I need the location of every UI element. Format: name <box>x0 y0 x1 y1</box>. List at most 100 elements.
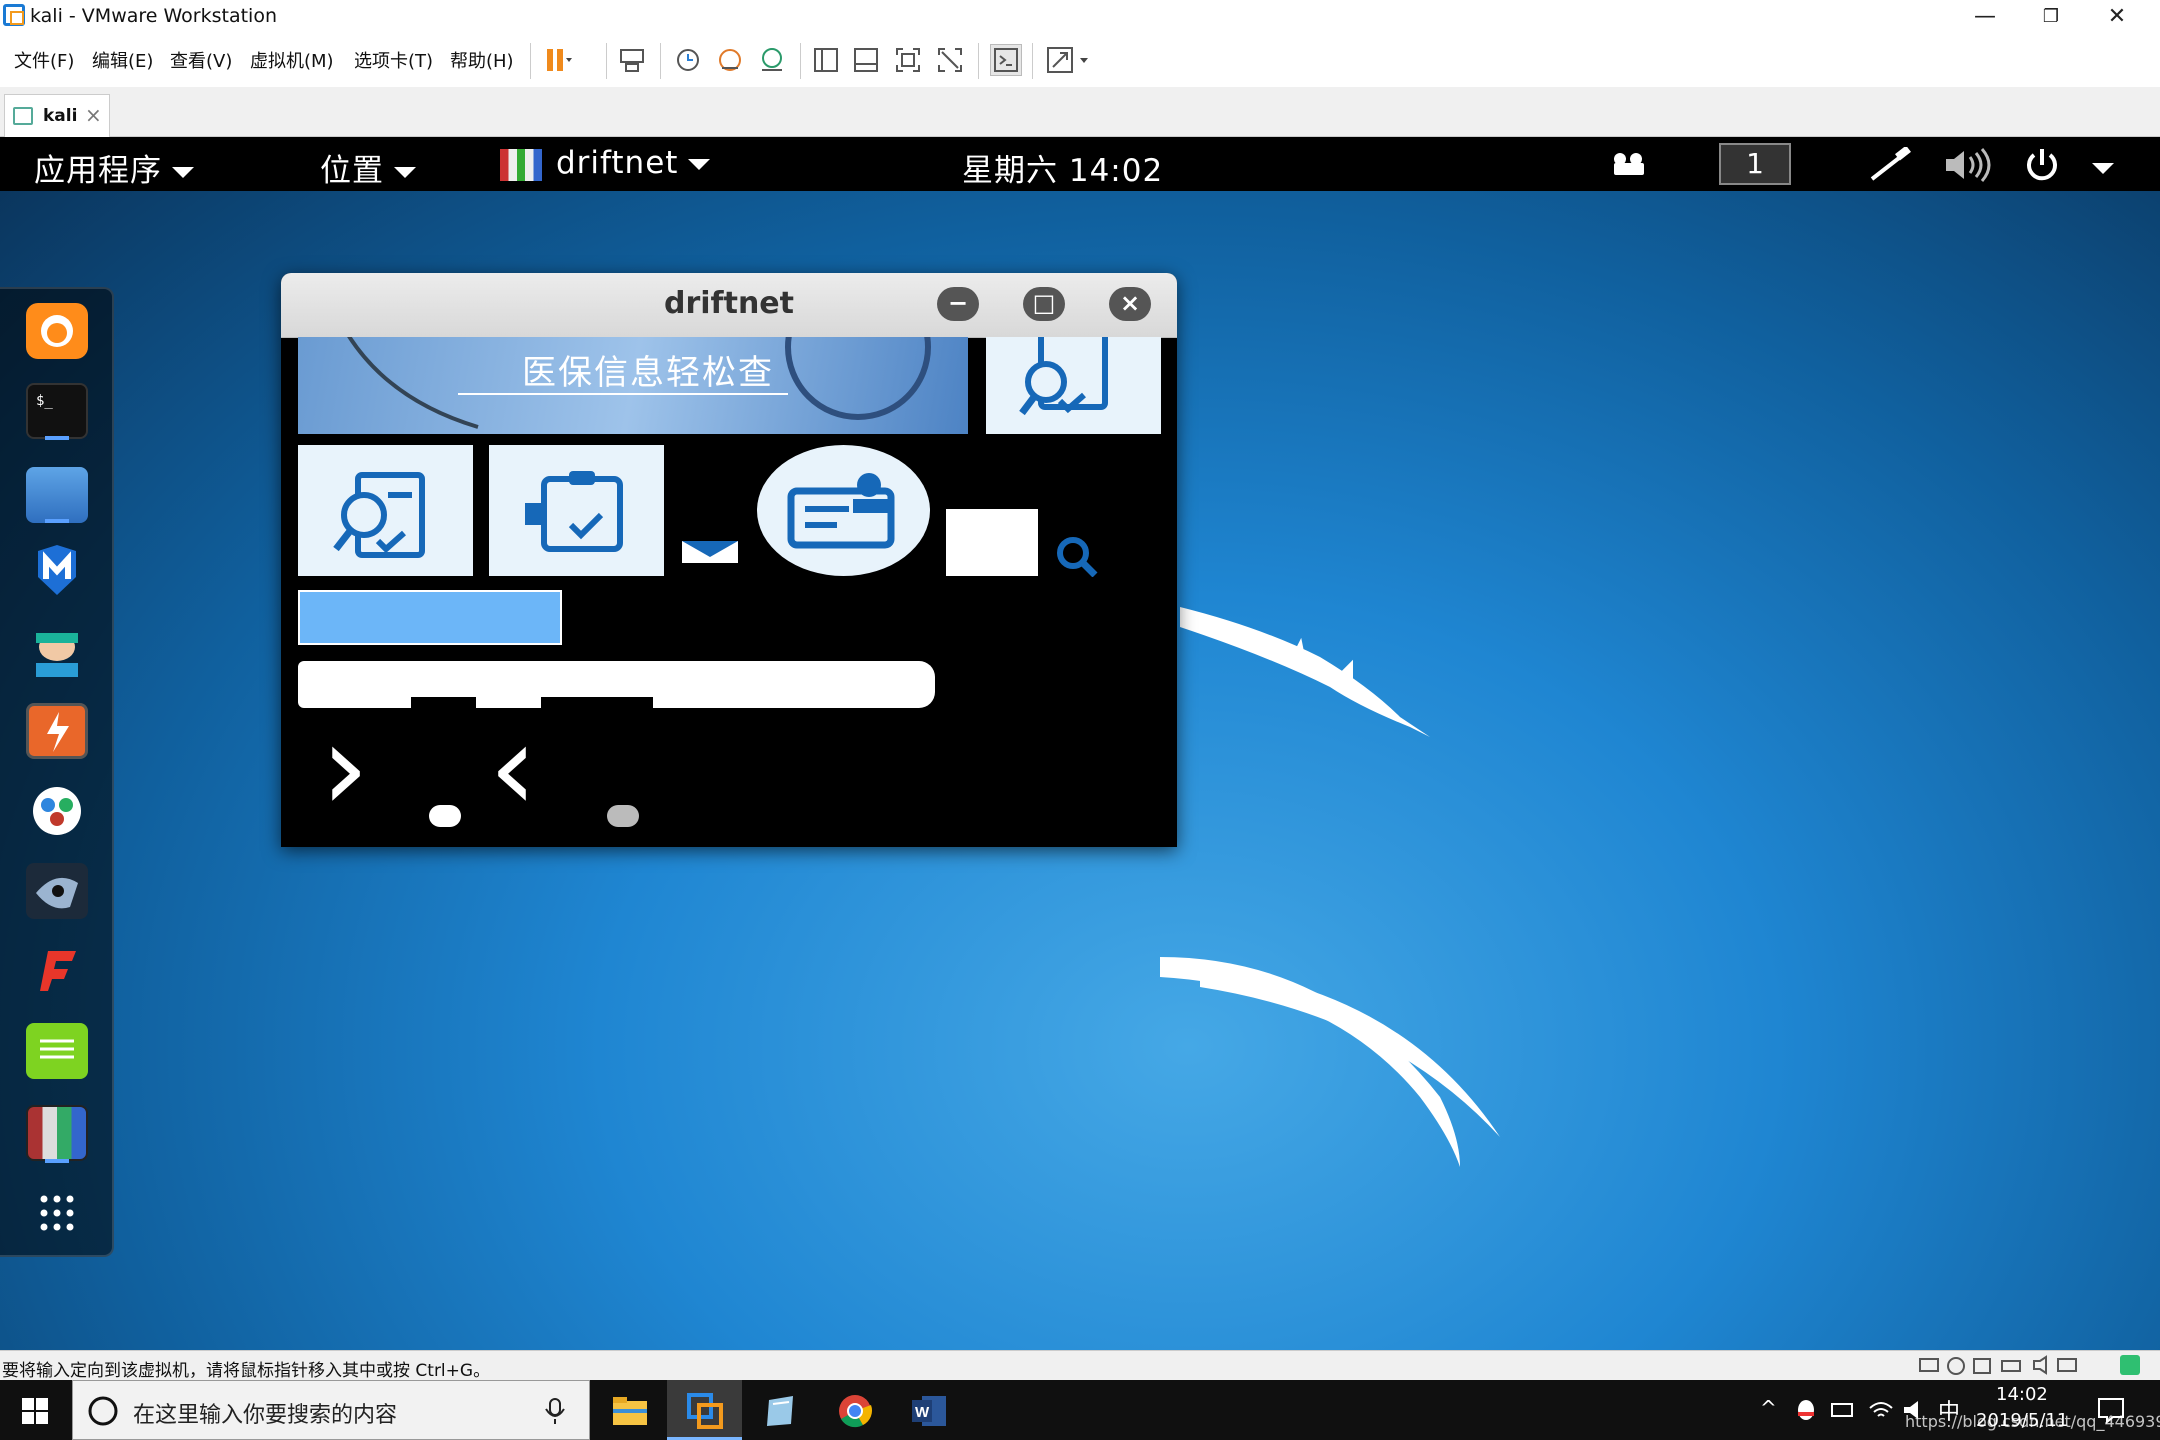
gnome-top-bar: 应用程序 位置 driftnet 星期六 14:02 1 <box>0 137 2160 191</box>
file-explorer-icon[interactable] <box>592 1380 667 1440</box>
driftnet-minimize-button[interactable]: − <box>937 287 979 321</box>
captured-image-envelope[interactable] <box>682 539 738 564</box>
microphone-icon[interactable] <box>543 1397 567 1425</box>
clock[interactable]: 星期六 14:02 <box>962 145 1163 190</box>
show-hidden-icons-icon[interactable]: ^ <box>1760 1396 1777 1420</box>
workspace-indicator[interactable]: 1 <box>1719 143 1791 185</box>
captured-image-blank[interactable] <box>946 509 1038 576</box>
svg-text:$_: $_ <box>36 393 53 409</box>
notes-app-icon[interactable] <box>742 1380 817 1440</box>
taskbar-search-box[interactable]: 在这里输入你要搜索的内容 <box>72 1380 590 1440</box>
stretch-icon[interactable] <box>1044 44 1098 76</box>
tab-kali[interactable]: kali × <box>4 94 110 137</box>
toolbar-separator <box>800 43 801 79</box>
applications-menu[interactable]: 应用程序 <box>34 145 194 190</box>
captured-arrow-next[interactable]: › <box>321 709 369 829</box>
word-icon[interactable]: W <box>892 1380 967 1440</box>
driftnet-icon[interactable] <box>26 1105 88 1161</box>
thumbnail-icon[interactable] <box>850 44 882 76</box>
menu-edit[interactable]: 编辑(E) <box>92 47 153 73</box>
firefox-icon[interactable] <box>26 303 88 359</box>
taskbar-time[interactable]: 14:02 <box>1996 1384 2048 1405</box>
snapshot-manager-icon[interactable] <box>756 44 788 76</box>
vmware-statusbar: 要将输入定向到该虚拟机，请将鼠标指针移入其中或按 Ctrl+G。 <box>0 1350 2160 1381</box>
menu-file[interactable]: 文件(F) <box>14 47 74 73</box>
qq-tray-icon[interactable] <box>1794 1398 1818 1422</box>
menu-tabs[interactable]: 选项卡(T) <box>354 47 433 73</box>
vmware-taskbar-icon[interactable] <box>667 1380 742 1440</box>
captured-image-search-doc[interactable] <box>298 445 473 576</box>
cortana-icon <box>88 1396 118 1426</box>
system-menu-arrow-icon[interactable] <box>2092 158 2114 177</box>
applications-label: 应用程序 <box>34 153 162 189</box>
driftnet-titlebar[interactable]: driftnet − □ × <box>281 273 1177 338</box>
app-icon <box>500 148 542 181</box>
tab-close-icon[interactable]: × <box>85 103 102 127</box>
windows-taskbar: 在这里输入你要搜索的内容 W ^ 中 14:02 2019/5/11 https… <box>0 1380 2160 1440</box>
search-placeholder: 在这里输入你要搜索的内容 <box>133 1403 398 1428</box>
menu-help[interactable]: 帮助(H) <box>450 47 514 73</box>
captured-dot-grey[interactable] <box>607 805 639 827</box>
captured-arrow-prev[interactable]: ‹ <box>489 709 537 829</box>
status-message: 要将输入定向到该虚拟机，请将鼠标指针移入其中或按 Ctrl+G。 <box>2 1361 491 1381</box>
pause-icon[interactable] <box>540 44 572 76</box>
metasploit-icon[interactable] <box>26 543 88 599</box>
volume-icon[interactable] <box>1942 147 1992 187</box>
terminal-icon[interactable]: $_ <box>26 383 88 439</box>
menu-vm[interactable]: 虚拟机(M) <box>250 47 334 73</box>
show-apps-icon[interactable] <box>26 1185 88 1241</box>
captured-image-stamp[interactable] <box>757 445 930 576</box>
minimize-button[interactable]: — <box>1952 0 2018 35</box>
chrome-icon[interactable] <box>817 1380 892 1440</box>
search-magnifier-icon[interactable] <box>1051 535 1111 577</box>
armitage-icon[interactable] <box>26 623 88 679</box>
vmware-titlebar: kali - VMware Workstation — ❐ ✕ <box>0 0 2160 35</box>
unity-icon[interactable] <box>934 44 966 76</box>
menu-view[interactable]: 查看(V) <box>170 47 232 73</box>
fullscreen-icon[interactable] <box>892 44 924 76</box>
captured-image-banner[interactable]: 医保信息轻松查 <box>298 337 968 434</box>
action-center-icon[interactable] <box>2096 1396 2126 1424</box>
driftnet-maximize-button[interactable]: □ <box>1023 287 1065 321</box>
burpsuite-icon[interactable] <box>26 703 88 759</box>
places-menu[interactable]: 位置 <box>320 145 416 190</box>
send-ctrl-alt-del-icon[interactable] <box>616 44 648 76</box>
revert-snapshot-icon[interactable] <box>714 44 746 76</box>
device-status-icons[interactable] <box>1918 1355 2118 1377</box>
running-indicator <box>45 519 69 523</box>
driftnet-window[interactable]: driftnet − □ × 医保信息轻松查 › ‹ <box>281 273 1177 847</box>
dropdown-arrow-icon <box>688 159 711 170</box>
guest-desktop[interactable]: 应用程序 位置 driftnet 星期六 14:02 1 $_ driftnet… <box>0 137 2160 1350</box>
close-button[interactable]: ✕ <box>2084 0 2150 35</box>
toolbar-separator <box>1032 43 1033 79</box>
camera-icon[interactable] <box>1608 149 1654 183</box>
sidebar-icon[interactable] <box>810 44 842 76</box>
beef-icon[interactable] <box>26 863 88 919</box>
wifi-icon[interactable] <box>1868 1398 1894 1422</box>
toolbar-separator <box>530 43 531 79</box>
vmware-notification-icon[interactable] <box>2120 1355 2140 1375</box>
network-icon[interactable] <box>1866 145 1914 187</box>
white-bar-gap <box>541 697 653 711</box>
restore-button[interactable]: ❐ <box>2018 0 2084 35</box>
battery-icon[interactable] <box>1830 1400 1856 1420</box>
maltego-icon[interactable] <box>26 783 88 839</box>
power-icon[interactable] <box>2022 145 2062 189</box>
active-app-menu[interactable]: driftnet <box>500 145 711 181</box>
captured-image-search-doc[interactable] <box>986 324 1161 434</box>
faraday-icon[interactable] <box>26 943 88 999</box>
banner-underline <box>458 393 788 395</box>
windows-start-icon[interactable] <box>22 1398 48 1428</box>
kali-dragon-logo <box>1160 607 1500 1167</box>
toolbar-separator <box>978 43 979 79</box>
driftnet-close-button[interactable]: × <box>1109 287 1151 321</box>
window-title: kali - VMware Workstation <box>30 5 277 27</box>
console-icon[interactable] <box>990 44 1022 76</box>
banner-text: 医保信息轻松查 <box>522 353 774 393</box>
files-icon[interactable] <box>26 467 88 523</box>
captured-image-clipboard[interactable] <box>489 445 664 576</box>
captured-dot-white[interactable] <box>429 805 461 827</box>
captured-image-blue-bar[interactable] <box>298 590 562 645</box>
snapshot-icon[interactable] <box>672 44 704 76</box>
leafpad-icon[interactable] <box>26 1023 88 1079</box>
